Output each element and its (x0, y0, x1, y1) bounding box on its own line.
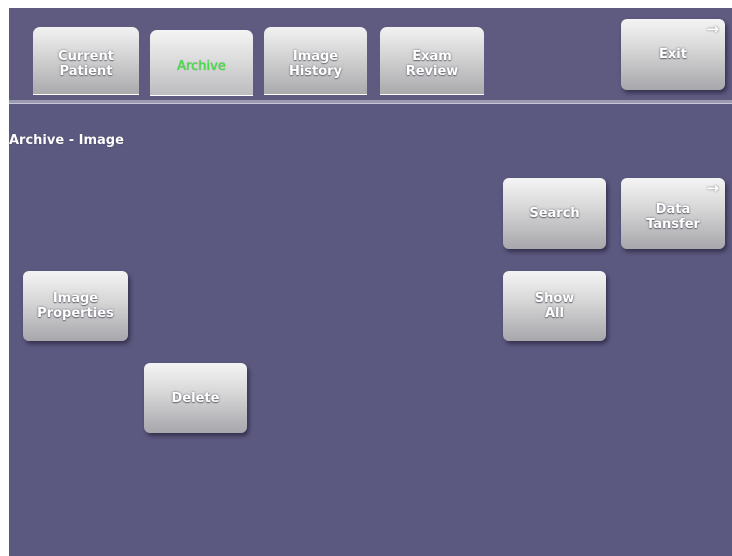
exit-label: Exit (659, 47, 687, 62)
tab-image-history[interactable]: Image History (264, 27, 367, 95)
tab-current-patient-label: Current Patient (58, 49, 114, 79)
tab-archive-label: Archive (177, 58, 226, 74)
arrow-right-icon: → (706, 20, 719, 38)
page-title: Archive - Image (9, 133, 124, 148)
image-properties-label: Image Properties (37, 291, 114, 321)
tab-current-patient[interactable]: Current Patient (33, 27, 139, 95)
delete-button[interactable]: Delete (144, 363, 247, 433)
search-button[interactable]: Search (503, 178, 606, 249)
arrow-right-icon: → (706, 179, 719, 197)
tab-image-history-label: Image History (288, 49, 343, 79)
tab-exam-review-label: Exam Review (405, 49, 459, 79)
image-properties-button[interactable]: Image Properties (23, 271, 128, 341)
show-all-label: Show All (534, 291, 575, 321)
tab-exam-review[interactable]: Exam Review (380, 27, 484, 95)
data-transfer-label: Data Tansfer (646, 201, 700, 232)
exit-button[interactable]: Exit → (621, 19, 725, 90)
show-all-button[interactable]: Show All (503, 271, 606, 341)
tab-archive[interactable]: Archive (150, 30, 253, 96)
data-transfer-button[interactable]: Data Tansfer → (621, 178, 725, 249)
delete-label: Delete (171, 390, 220, 406)
search-label: Search (529, 206, 580, 221)
